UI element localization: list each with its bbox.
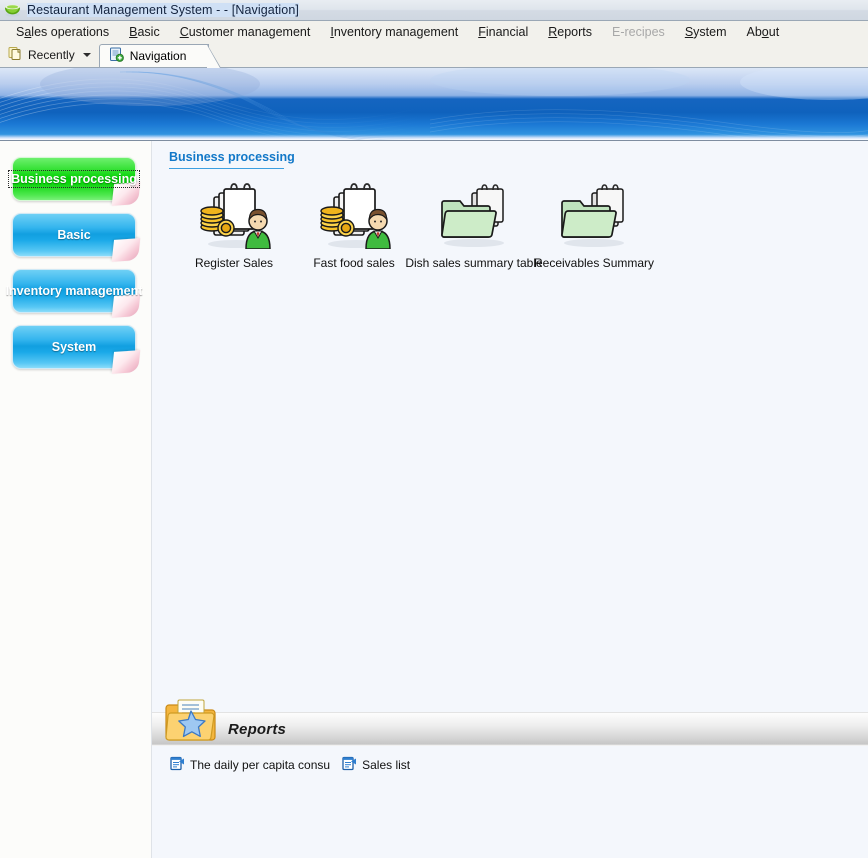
- document-add-icon: [109, 47, 124, 65]
- main-panel: Business processing Register Sales Fast …: [152, 141, 868, 858]
- content-area: Business processing Basic Inventory manage…: [0, 141, 868, 858]
- report-link-label: Sales list: [362, 757, 411, 772]
- menu-item-customer-management[interactable]: Customer management: [170, 24, 321, 40]
- report-link-sales-list[interactable]: Sales list: [342, 755, 410, 774]
- tile-register-sales[interactable]: Register Sales: [174, 183, 294, 270]
- sidebar-item-basic[interactable]: Basic: [12, 213, 141, 262]
- title-bar: Restaurant Management System - - [Naviga…: [0, 0, 868, 21]
- menu-item-about[interactable]: About: [737, 24, 790, 40]
- menu-item-system[interactable]: System: [675, 24, 737, 40]
- report-clipboard-icon: [170, 755, 185, 774]
- sidebar-item-label: Inventory management: [5, 284, 143, 298]
- menu-item-basic[interactable]: Basic: [119, 24, 170, 40]
- sidebar-item-business-processing[interactable]: Business processing: [8, 157, 141, 206]
- window-title: Restaurant Management System - - [Naviga…: [27, 3, 299, 17]
- tab-navigation-label: Navigation: [129, 49, 187, 63]
- menu-item-e-recipes: E-recipes: [612, 24, 665, 39]
- green-folder-clipboard-icon: [436, 183, 512, 249]
- reports-band: Reports: [152, 699, 868, 746]
- menu-item-sales-operations[interactable]: Sales operations: [6, 24, 119, 40]
- tile-label: Register Sales: [194, 256, 274, 270]
- report-clipboard-icon: [342, 755, 357, 774]
- report-link-label: The daily per capita consu: [190, 757, 331, 772]
- tile-dish-sales-summary-table[interactable]: Dish sales summary table: [405, 183, 543, 270]
- tile-label: Fast food sales: [313, 256, 395, 270]
- tile-fast-food-sales[interactable]: Fast food sales: [294, 183, 414, 270]
- recently-dropdown[interactable]: Recently: [0, 44, 97, 66]
- report-link-the-daily-per-capita-consu[interactable]: The daily per capita consu: [170, 755, 330, 774]
- sidebar: Business processing Basic Inventory manage…: [0, 141, 152, 858]
- clipboard-coins-person-icon: [196, 183, 272, 249]
- reports-band-label: Reports: [228, 721, 287, 738]
- section-header: Business processing: [169, 150, 295, 169]
- tab-navigation[interactable]: Navigation: [98, 44, 222, 68]
- sidebar-item-label: System: [51, 340, 97, 354]
- sidebar-item-inventory-management[interactable]: Inventory management: [6, 269, 142, 318]
- recently-label: Recently: [28, 48, 75, 62]
- clipboard-coins-person-icon: [316, 183, 392, 249]
- menu-bar: Sales operations Basic Customer management…: [0, 21, 868, 43]
- page-title: Business processing: [169, 150, 295, 164]
- window-title-text: Restaurant Management System - - [Naviga…: [27, 3, 299, 17]
- copy-pages-icon: [8, 46, 23, 64]
- banner-wave-decoration: [0, 68, 868, 140]
- section-underline: [169, 168, 284, 169]
- sidebar-item-system[interactable]: System: [12, 325, 141, 374]
- menu-item-inventory-management[interactable]: Inventory management: [320, 24, 468, 40]
- chevron-down-icon[interactable]: [82, 53, 91, 57]
- tile-grid: Register Sales Fast food sales Dish sale…: [174, 183, 654, 270]
- green-folder-clipboard-icon: [556, 183, 632, 249]
- page-curl-decoration: [111, 350, 141, 374]
- report-links: The daily per capita consu Sales list: [170, 755, 410, 774]
- tile-label: Dish sales summary table: [405, 256, 543, 270]
- app-icon: [4, 2, 21, 19]
- menu-item-financial[interactable]: Financial: [468, 24, 538, 40]
- sidebar-item-label: Basic: [57, 228, 91, 242]
- tile-receivables-summary[interactable]: Receivables Summary: [534, 183, 654, 270]
- tab-strip: Recently Navigation: [0, 43, 868, 68]
- sidebar-item-label: Business processing: [8, 170, 140, 188]
- header-banner: [0, 68, 868, 141]
- menu-item-reports[interactable]: Reports: [538, 24, 602, 40]
- yellow-folder-star-icon: [165, 693, 221, 745]
- page-curl-decoration: [111, 238, 141, 262]
- tile-label: Receivables Summary: [533, 256, 655, 270]
